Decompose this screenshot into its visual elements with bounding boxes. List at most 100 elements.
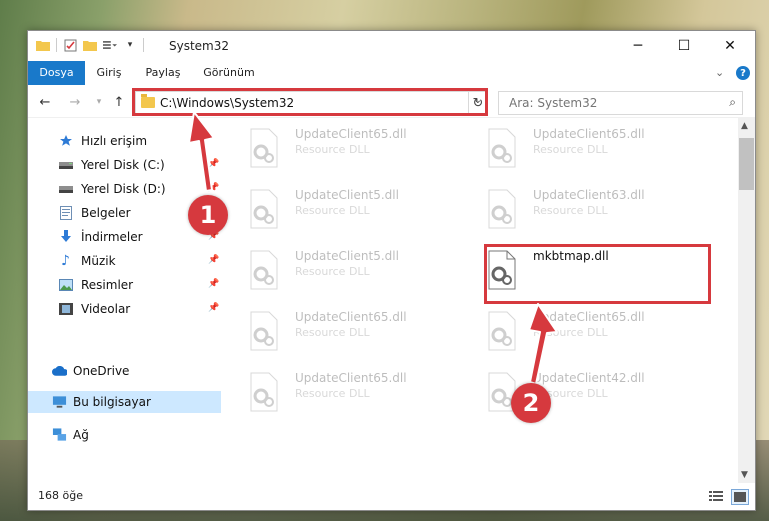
- search-box[interactable]: ⌕: [498, 91, 743, 115]
- nav-item-label: Yerel Disk (C:): [81, 158, 165, 172]
- file-name: UpdateClient5.dll: [295, 249, 399, 263]
- file-item[interactable]: UpdateClient65.dll Resource DLL: [247, 367, 457, 417]
- nav-item-label: İndirmeler: [81, 230, 143, 244]
- file-type: Resource DLL: [295, 387, 370, 400]
- new-folder-icon[interactable]: [83, 38, 97, 52]
- dll-file-icon: [488, 128, 516, 168]
- pin-icon: 📌: [208, 303, 220, 313]
- nav-item-videos[interactable]: Videolar 📌: [28, 298, 221, 320]
- file-name: UpdateClient65.dll: [295, 310, 407, 324]
- nav-item-label: Belgeler: [81, 206, 131, 220]
- customize-toolbar-icon[interactable]: [103, 38, 117, 52]
- vertical-scrollbar[interactable]: ▲ ▼: [738, 118, 755, 483]
- music-icon: ♪: [61, 253, 70, 269]
- large-icons-view-icon[interactable]: [731, 489, 749, 505]
- drive-icon: [58, 158, 73, 172]
- dll-file-icon: [488, 189, 516, 229]
- nav-item-music[interactable]: ♪ Müzik 📌: [28, 250, 221, 272]
- item-count: 168 öğe: [38, 489, 83, 502]
- picture-icon: [58, 278, 73, 292]
- nav-item-label: Yerel Disk (D:): [81, 182, 166, 196]
- computer-icon: [52, 395, 67, 409]
- scroll-down-icon[interactable]: ▼: [741, 470, 748, 480]
- details-view-icon[interactable]: [708, 489, 724, 503]
- file-name: UpdateClient63.dll: [533, 188, 645, 202]
- dll-file-icon: [250, 128, 278, 168]
- network-icon: [52, 428, 67, 442]
- separator: [56, 38, 57, 52]
- arrow-up-icon: [188, 111, 215, 192]
- properties-icon[interactable]: [63, 38, 77, 52]
- file-type: Resource DLL: [533, 143, 608, 156]
- file-highlight: [484, 244, 711, 304]
- separator: [143, 38, 144, 52]
- video-icon: [58, 302, 73, 316]
- nav-item-downloads[interactable]: İndirmeler 📌: [28, 226, 221, 248]
- drive-icon: [58, 182, 73, 196]
- pin-icon: 📌: [208, 279, 220, 289]
- nav-item-label: Hızlı erişim: [81, 134, 148, 148]
- chevron-down-icon[interactable]: ▾: [123, 38, 137, 52]
- step-badge-2: 2: [511, 383, 551, 423]
- step-badge-1: 1: [188, 195, 228, 235]
- recent-locations-icon[interactable]: ▾: [90, 93, 108, 111]
- minimize-button[interactable]: ─: [615, 31, 661, 61]
- tab-view[interactable]: Görünüm: [198, 61, 260, 85]
- file-item[interactable]: UpdateClient65.dll Resource DLL: [247, 306, 457, 356]
- search-icon[interactable]: ⌕: [729, 95, 736, 110]
- file-item[interactable]: UpdateClient65.dll Resource DLL: [485, 123, 695, 173]
- window-title: System32: [169, 39, 230, 53]
- cloud-icon: [52, 364, 67, 378]
- nav-item-onedrive[interactable]: OneDrive: [28, 360, 221, 382]
- ribbon-tabs: Dosya Giriş Paylaş Görünüm ⌄ ?: [28, 61, 755, 85]
- document-icon: [58, 206, 73, 220]
- file-name: UpdateClient5.dll: [295, 188, 399, 202]
- file-type: Resource DLL: [295, 143, 370, 156]
- scroll-up-icon[interactable]: ▲: [741, 121, 748, 131]
- pin-icon: 📌: [208, 255, 220, 265]
- up-arrow-icon[interactable]: ↑: [110, 93, 128, 111]
- close-button[interactable]: ✕: [707, 31, 753, 61]
- dll-file-icon: [250, 189, 278, 229]
- help-icon[interactable]: ?: [736, 66, 750, 80]
- title-bar: ▾ System32 ─ ☐ ✕: [28, 31, 755, 61]
- nav-item-this-pc[interactable]: Bu bilgisayar: [28, 391, 221, 413]
- dll-file-icon: [250, 311, 278, 351]
- chevron-down-icon[interactable]: ⌄: [715, 66, 724, 79]
- nav-item-label: Müzik: [81, 254, 116, 268]
- file-type: Resource DLL: [533, 204, 608, 217]
- maximize-button[interactable]: ☐: [661, 31, 707, 61]
- search-input[interactable]: [499, 92, 721, 114]
- nav-item-label: OneDrive: [73, 364, 130, 378]
- tab-home[interactable]: Giriş: [90, 61, 128, 85]
- scrollbar-thumb[interactable]: [739, 138, 754, 190]
- nav-item-label: Ağ: [73, 428, 89, 442]
- nav-item-label: Bu bilgisayar: [73, 395, 151, 409]
- status-bar: 168 öğe: [28, 483, 755, 510]
- nav-item-network[interactable]: Ağ: [28, 424, 221, 446]
- tab-share[interactable]: Paylaş: [140, 61, 186, 85]
- forward-arrow-icon[interactable]: →: [66, 93, 84, 111]
- file-name: UpdateClient65.dll: [533, 127, 645, 141]
- star-icon: [58, 134, 73, 148]
- nav-item-pictures[interactable]: Resimler 📌: [28, 274, 221, 296]
- file-type: Resource DLL: [295, 265, 370, 278]
- file-name: UpdateClient65.dll: [295, 127, 407, 141]
- quick-access-toolbar: ▾: [36, 38, 144, 52]
- download-icon: [58, 230, 73, 244]
- nav-item-label: Resimler: [81, 278, 134, 292]
- tab-file[interactable]: Dosya: [28, 61, 85, 85]
- file-name: UpdateClient65.dll: [295, 371, 407, 385]
- back-arrow-icon[interactable]: ←: [36, 93, 54, 111]
- file-item[interactable]: UpdateClient5.dll Resource DLL: [247, 184, 457, 234]
- file-type: Resource DLL: [295, 204, 370, 217]
- dll-file-icon: [250, 372, 278, 412]
- folder-icon[interactable]: [36, 38, 50, 52]
- file-item[interactable]: UpdateClient5.dll Resource DLL: [247, 245, 457, 295]
- file-item[interactable]: UpdateClient65.dll Resource DLL: [247, 123, 457, 173]
- nav-item-label: Videolar: [81, 302, 131, 316]
- file-type: Resource DLL: [295, 326, 370, 339]
- file-item[interactable]: UpdateClient63.dll Resource DLL: [485, 184, 695, 234]
- arrow-up-icon: [528, 303, 558, 385]
- dll-file-icon: [250, 250, 278, 290]
